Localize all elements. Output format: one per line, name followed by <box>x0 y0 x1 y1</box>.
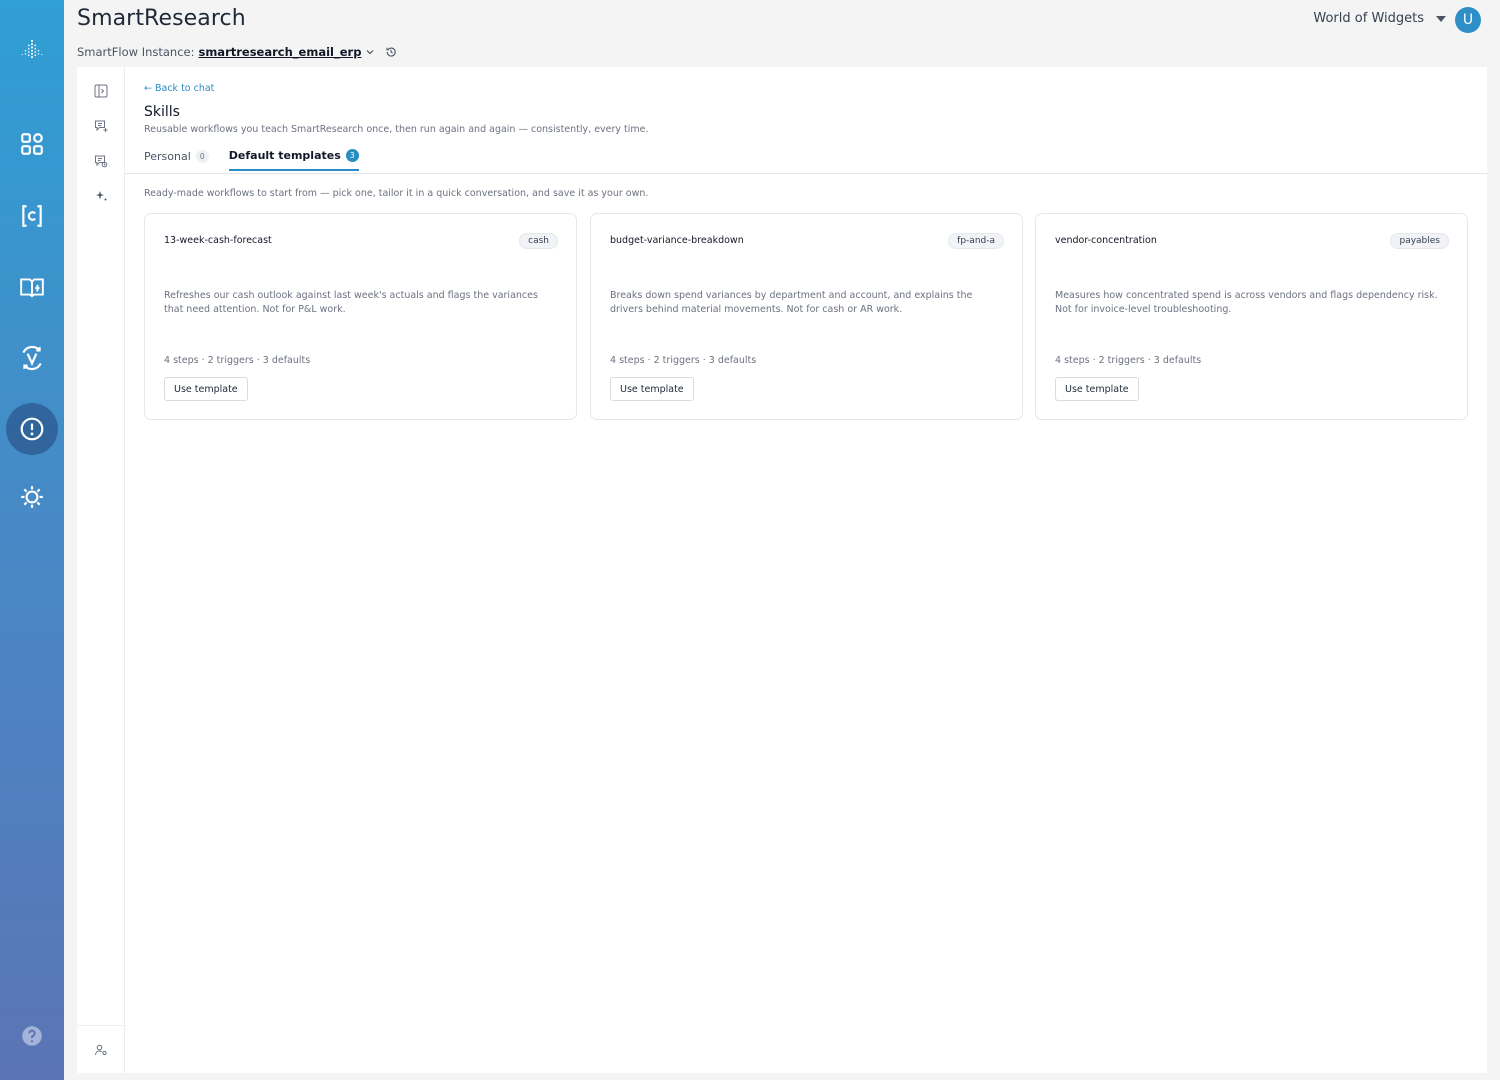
caret-down-icon[interactable] <box>1436 15 1446 22</box>
alert-icon-graphic <box>20 417 44 441</box>
logo-icon[interactable] <box>0 24 64 76</box>
toggle-panel-icon[interactable] <box>93 83 109 99</box>
template-tag: fp-and-a <box>948 233 1004 249</box>
back-to-chat-link[interactable]: ← Back to chat <box>144 83 214 94</box>
user-settings-icon[interactable] <box>93 1042 109 1058</box>
chevron-down-icon[interactable] <box>365 47 375 57</box>
use-template-button[interactable]: Use template <box>1055 377 1139 401</box>
history-icon[interactable] <box>385 46 397 58</box>
template-description: Refreshes our cash outlook against last … <box>164 290 538 315</box>
smartcube-icon[interactable] <box>0 190 64 242</box>
instance-selector[interactable]: SmartFlow Instance: smartresearch_email_… <box>77 45 397 59</box>
template-name: budget-variance-breakdown <box>610 235 744 246</box>
new-chat-icon[interactable] <box>93 118 109 134</box>
settings-icon-graphic <box>21 486 43 508</box>
validation-icon-graphic <box>22 345 42 371</box>
page-subtitle: Reusable workflows you teach SmartResear… <box>144 124 649 135</box>
chat-sidebar-footer <box>77 1025 125 1073</box>
logo-icon-graphic <box>21 39 43 59</box>
alert-icon[interactable] <box>6 403 58 455</box>
settings-icon[interactable] <box>0 471 64 523</box>
help-icon-graphic <box>22 1026 42 1046</box>
tab-count-badge: 0 <box>195 150 209 163</box>
template-card: vendor-concentration payables Measures h… <box>1035 213 1468 420</box>
tab-label: Default templates <box>228 149 341 162</box>
template-meta: 4 steps · 2 triggers · 3 defaults <box>164 355 311 366</box>
template-description: Breaks down spend variances by departmen… <box>610 290 973 315</box>
template-meta: 4 steps · 2 triggers · 3 defaults <box>1055 355 1202 366</box>
page-title: Skills <box>144 104 180 120</box>
data-book-icon[interactable] <box>0 261 64 313</box>
org-switcher[interactable]: World of Widgets <box>1313 11 1446 26</box>
instance-name[interactable]: smartresearch_email_erp <box>198 45 361 59</box>
tabs-divider <box>125 173 1487 174</box>
skills-sparkle-icon[interactable] <box>93 188 109 204</box>
app-rail <box>0 0 64 1080</box>
instance-label: SmartFlow Instance: <box>77 45 195 59</box>
smartcube-icon-graphic <box>22 205 42 227</box>
use-template-button[interactable]: Use template <box>164 377 248 401</box>
tab-personal[interactable]: Personal 0 <box>144 149 209 171</box>
dashboard-icon-graphic <box>21 133 43 155</box>
data-book-icon-graphic <box>20 278 44 298</box>
template-name: 13-week-cash-forecast <box>164 235 272 246</box>
app-title: SmartResearch <box>77 6 246 31</box>
template-name: vendor-concentration <box>1055 235 1157 246</box>
chat-sidebar <box>77 67 125 1073</box>
template-description: Measures how concentrated spend is acros… <box>1055 290 1438 315</box>
chat-history-icon[interactable] <box>93 153 109 169</box>
template-meta: 4 steps · 2 triggers · 3 defaults <box>610 355 757 366</box>
template-tag: cash <box>519 233 558 249</box>
org-name: World of Widgets <box>1313 11 1424 26</box>
skills-tabs: Personal 0 Default templates 3 <box>144 149 359 171</box>
top-bar: SmartResearch SmartFlow Instance: smartr… <box>64 0 1500 66</box>
use-template-button[interactable]: Use template <box>610 377 694 401</box>
skills-panel: ← Back to chat Skills Reusable workflows… <box>77 67 1487 1073</box>
tab-count-badge: 3 <box>345 149 359 162</box>
help-icon[interactable] <box>0 1010 64 1062</box>
tab-label: Personal <box>144 150 191 163</box>
dashboard-icon[interactable] <box>0 118 64 170</box>
template-card: budget-variance-breakdown fp-and-a Break… <box>590 213 1023 420</box>
template-tag: payables <box>1390 233 1449 249</box>
tab-default-templates[interactable]: Default templates 3 <box>228 149 359 171</box>
validation-icon[interactable] <box>0 332 64 384</box>
user-avatar[interactable]: U <box>1455 7 1481 33</box>
template-card: 13-week-cash-forecast cash Refreshes our… <box>144 213 577 420</box>
templates-intro: Ready-made workflows to start from — pic… <box>144 188 649 199</box>
